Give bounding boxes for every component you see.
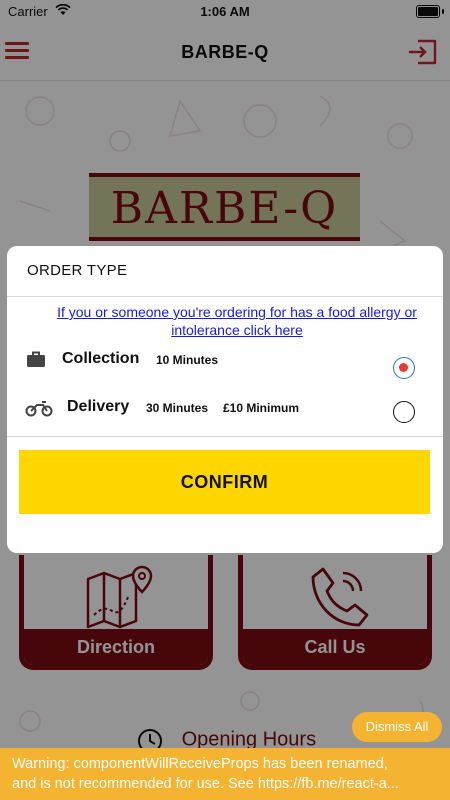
briefcase-icon: [27, 351, 45, 367]
warning-line-1: Warning: componentWillReceiveProps has b…: [12, 756, 388, 772]
scooter-icon: [25, 401, 53, 417]
warning-line-2: and is not recommended for use. See http…: [12, 776, 399, 792]
collection-label: Collection: [62, 350, 140, 367]
collection-time: 10 Minutes: [156, 353, 219, 367]
delivery-radio[interactable]: [393, 401, 415, 423]
order-type-modal: ORDER TYPE If you or someone you're orde…: [7, 246, 443, 553]
modal-divider-top: [7, 296, 443, 297]
allergy-link[interactable]: If you or someone you're ordering for ha…: [47, 303, 427, 339]
delivery-label: Delivery: [67, 398, 130, 415]
confirm-button[interactable]: CONFIRM: [19, 450, 430, 514]
collection-radio[interactable]: [393, 357, 415, 379]
delivery-option[interactable]: Delivery 30 Minutes £10 Minimum: [7, 396, 443, 436]
delivery-time: 30 Minutes: [146, 401, 209, 415]
dismiss-all-button[interactable]: Dismiss All: [352, 712, 442, 742]
delivery-minimum: £10 Minimum: [223, 401, 300, 415]
collection-option[interactable]: Collection 10 Minutes: [7, 346, 443, 386]
modal-divider-bottom: [7, 436, 443, 437]
modal-title: ORDER TYPE: [27, 262, 128, 279]
warning-banner[interactable]: Warning: componentWillReceiveProps has b…: [0, 748, 450, 800]
